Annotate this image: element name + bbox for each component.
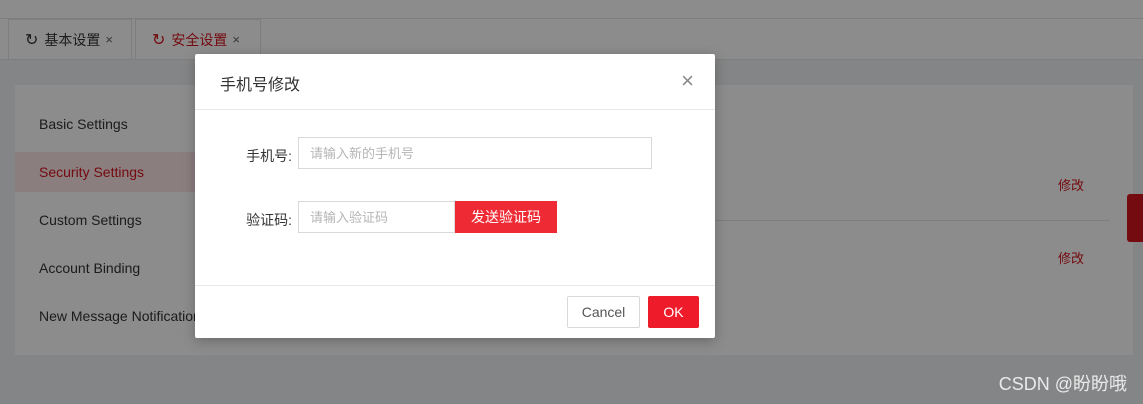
code-input[interactable] (298, 201, 455, 233)
code-label: 验证码: (246, 212, 292, 228)
phone-change-dialog: 手机号修改 × 手机号: 验证码: 发送验证码 Cancel OK (195, 54, 715, 338)
phone-input[interactable] (298, 137, 652, 169)
phone-label: 手机号: (246, 148, 292, 164)
close-icon[interactable]: × (681, 69, 694, 93)
ok-button[interactable]: OK (648, 296, 699, 328)
send-code-button[interactable]: 发送验证码 (455, 201, 557, 233)
dialog-footer: Cancel OK (195, 285, 715, 339)
dialog-title: 手机号修改 (220, 77, 301, 94)
cancel-button[interactable]: Cancel (567, 296, 640, 328)
watermark: CSDN @盼盼哦 (998, 374, 1127, 394)
dialog-header: 手机号修改 × (195, 54, 715, 110)
